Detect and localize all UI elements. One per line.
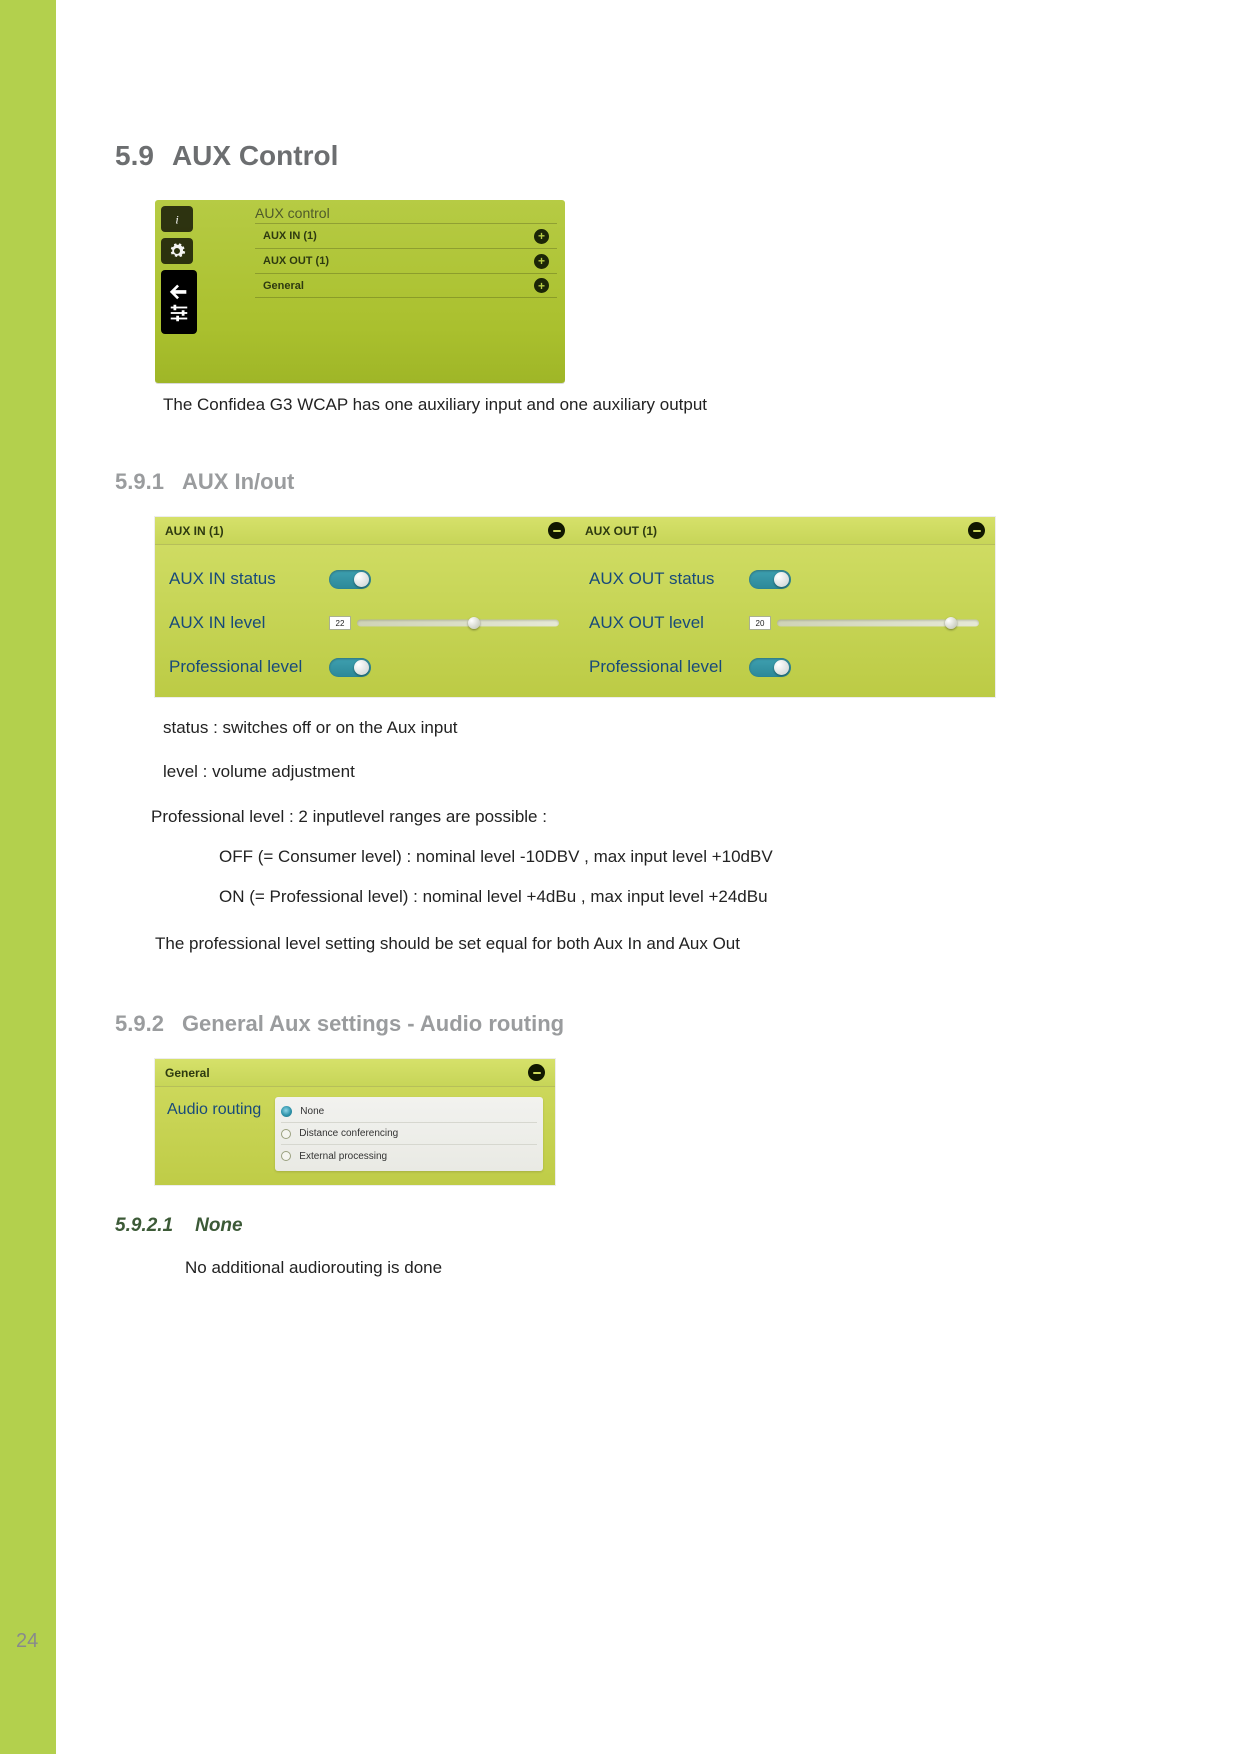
accordion-label: General — [263, 280, 304, 292]
option-external-processing[interactable]: External processing — [281, 1145, 537, 1167]
aux-out-status-row: AUX OUT status — [589, 557, 981, 601]
aux-out-prof-label: Professional level — [589, 657, 749, 677]
aux-in-status-row: AUX IN status — [169, 557, 561, 601]
aux-out-status-label: AUX OUT status — [589, 569, 749, 589]
screenshot-general-audio-routing: General Audio routing None Distance conf… — [155, 1059, 555, 1185]
aux-in-status-toggle[interactable] — [329, 570, 371, 589]
page-side-bar — [0, 0, 56, 1754]
expand-icon[interactable]: + — [534, 254, 549, 269]
slider-thumb[interactable] — [945, 617, 957, 629]
aux-out-level-label: AUX OUT level — [589, 613, 749, 633]
screenshot-aux-in-out: AUX IN (1) AUX IN status AUX IN level 22 — [155, 517, 995, 697]
aux-out-level-row: AUX OUT level 20 — [589, 601, 981, 645]
audio-routing-label: Audio routing — [167, 1097, 261, 1171]
collapse-icon[interactable] — [528, 1064, 545, 1081]
aux-in-level-row: AUX IN level 22 — [169, 601, 561, 645]
heading-title: None — [195, 1215, 243, 1237]
accordion-label: AUX IN (1) — [263, 230, 317, 242]
svg-text:i: i — [175, 213, 178, 227]
aux-in-header-label: AUX IN (1) — [165, 524, 224, 538]
aux-in-header[interactable]: AUX IN (1) — [155, 517, 575, 545]
heading-5-9-2: 5.9.2 General Aux settings - Audio routi… — [115, 1011, 1105, 1037]
heading-5-9-1: 5.9.1 AUX In/out — [115, 469, 1105, 495]
aux-in-level-label: AUX IN level — [169, 613, 329, 633]
heading-number: 5.9.1 — [115, 469, 164, 495]
gear-icon[interactable] — [161, 238, 193, 264]
desc-status: status : switches off or on the Aux inpu… — [163, 715, 1105, 741]
aux-out-level-slider[interactable]: 20 — [749, 614, 979, 632]
option-label: None — [300, 1106, 324, 1117]
collapse-icon[interactable] — [548, 522, 565, 539]
aux-out-status-toggle[interactable] — [749, 570, 791, 589]
general-header-label: General — [165, 1066, 210, 1080]
heading-number: 5.9.2 — [115, 1011, 164, 1037]
audio-routing-options: None Distance conferencing External proc… — [275, 1097, 543, 1171]
side-icons: i — [155, 200, 215, 383]
option-distance-conferencing[interactable]: Distance conferencing — [281, 1123, 537, 1145]
aux-in-panel: AUX IN (1) AUX IN status AUX IN level 22 — [155, 517, 575, 697]
accordion-label: AUX OUT (1) — [263, 255, 329, 267]
accordion-row-general[interactable]: General + — [255, 273, 557, 298]
aux-in-level-slider[interactable]: 22 — [329, 614, 559, 632]
desc-prof-on: ON (= Professional level) : nominal leve… — [219, 884, 1105, 910]
heading-title: AUX Control — [172, 140, 338, 172]
expand-icon[interactable]: + — [534, 229, 549, 244]
aux-out-panel: AUX OUT (1) AUX OUT status AUX OUT level… — [575, 517, 995, 697]
screenshot-aux-control-panel: i AUX control AUX IN (1) + AUX OUT (1) +… — [155, 200, 565, 383]
expand-icon[interactable]: + — [534, 278, 549, 293]
accordion-row-aux-in[interactable]: AUX IN (1) + — [255, 223, 557, 248]
aux-in-prof-toggle[interactable] — [329, 658, 371, 677]
aux-out-level-value: 20 — [749, 616, 771, 630]
desc-prof-intro: Professional level : 2 inputlevel ranges… — [151, 804, 1105, 830]
slider-thumb[interactable] — [468, 617, 480, 629]
page-number: 24 — [16, 1630, 38, 1653]
radio-unselected-icon[interactable] — [281, 1151, 291, 1161]
heading-number: 5.9.2.1 — [115, 1215, 173, 1237]
back-and-settings-icon[interactable] — [161, 270, 197, 334]
general-header[interactable]: General — [155, 1059, 555, 1087]
aux-out-prof-row: Professional level — [589, 645, 981, 689]
option-label: Distance conferencing — [299, 1128, 398, 1139]
collapse-icon[interactable] — [968, 522, 985, 539]
heading-5-9-2-1: 5.9.2.1 None — [115, 1215, 1105, 1237]
heading-title: General Aux settings - Audio routing — [182, 1011, 564, 1037]
radio-unselected-icon[interactable] — [281, 1129, 291, 1139]
option-none[interactable]: None — [281, 1101, 537, 1123]
heading-title: AUX In/out — [182, 469, 294, 495]
aux-out-header-label: AUX OUT (1) — [585, 524, 657, 538]
accordion-list: AUX IN (1) + AUX OUT (1) + General + — [255, 223, 557, 298]
heading-5-9: 5.9 AUX Control — [115, 140, 1105, 172]
panel-title: AUX control — [255, 205, 330, 221]
aux-in-status-label: AUX IN status — [169, 569, 329, 589]
option-label: External processing — [299, 1151, 387, 1162]
aux-out-prof-toggle[interactable] — [749, 658, 791, 677]
desc-prof-note: The professional level setting should be… — [155, 931, 1105, 957]
slider-track — [357, 620, 559, 627]
aux-in-prof-row: Professional level — [169, 645, 561, 689]
aux-in-level-value: 22 — [329, 616, 351, 630]
aux-in-prof-label: Professional level — [169, 657, 329, 677]
heading-number: 5.9 — [115, 140, 154, 172]
radio-selected-icon[interactable] — [281, 1106, 292, 1117]
desc-prof-off: OFF (= Consumer level) : nominal level -… — [219, 844, 1105, 870]
info-icon[interactable]: i — [161, 206, 193, 232]
desc-level: level : volume adjustment — [163, 759, 1105, 785]
none-description: No additional audiorouting is done — [185, 1255, 1105, 1281]
caption-text: The Confidea G3 WCAP has one auxiliary i… — [163, 395, 1105, 415]
accordion-row-aux-out[interactable]: AUX OUT (1) + — [255, 248, 557, 273]
aux-out-header[interactable]: AUX OUT (1) — [575, 517, 995, 545]
page-content: 5.9 AUX Control i AUX control AUX IN (1)… — [115, 140, 1105, 1281]
